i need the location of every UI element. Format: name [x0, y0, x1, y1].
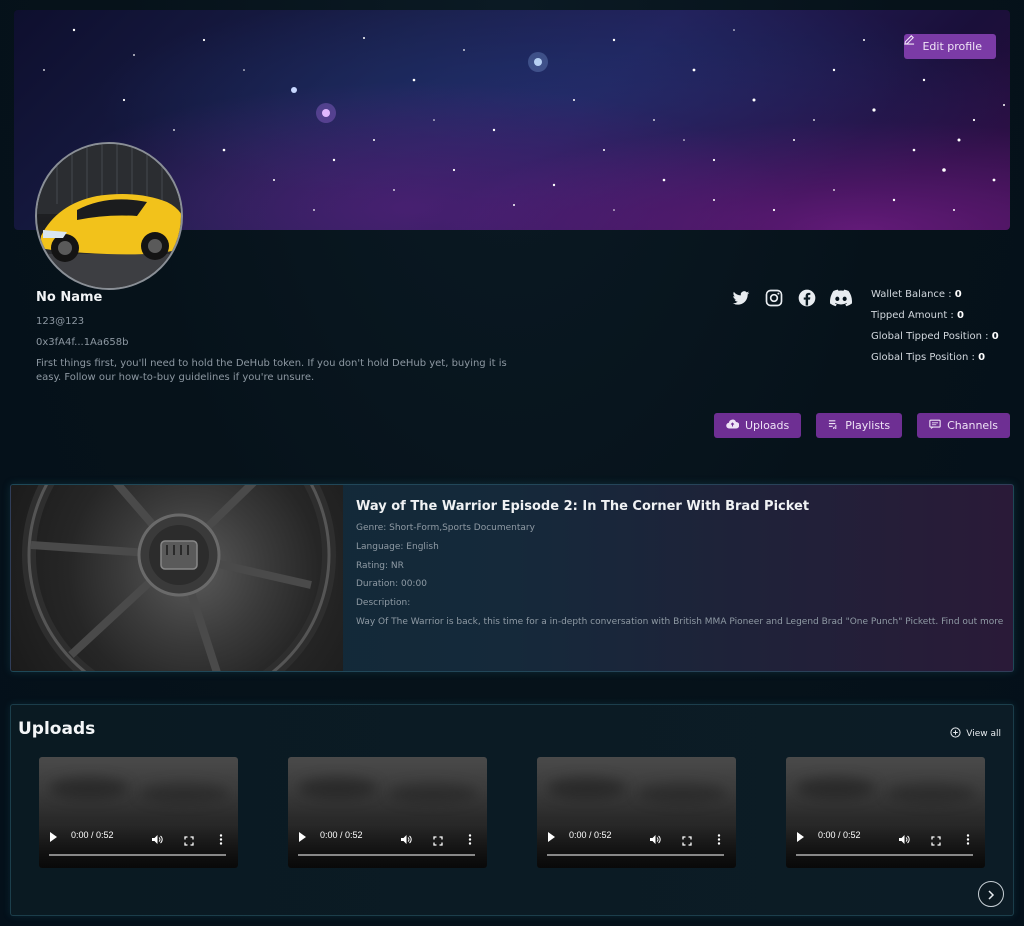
- uploads-title: Uploads: [18, 719, 96, 739]
- global-tips-position-row: Global Tips Position : 0: [871, 352, 986, 363]
- more-options-icon[interactable]: [219, 830, 223, 849]
- play-icon[interactable]: [548, 832, 555, 842]
- profile-name: No Name: [36, 290, 103, 305]
- channels-button[interactable]: Channels: [917, 413, 1010, 438]
- video-progress-bar[interactable]: [49, 854, 226, 856]
- wallet-stats: Wallet Balance : 0 Tipped Amount : 0 Glo…: [871, 288, 999, 372]
- global-tipped-position-row: Global Tipped Position : 0: [871, 331, 999, 342]
- facebook-icon[interactable]: [797, 288, 817, 308]
- featured-rating: Rating: NR: [356, 561, 404, 571]
- edit-profile-button[interactable]: Edit profile: [904, 34, 996, 59]
- featured-description: Way Of The Warrior is back, this time fo…: [356, 617, 1006, 627]
- avatar[interactable]: [35, 142, 183, 290]
- cloud-upload-icon: [726, 419, 740, 432]
- uploads-button-label: Uploads: [744, 419, 790, 432]
- video-progress-bar[interactable]: [796, 854, 973, 856]
- video-progress-bar[interactable]: [547, 854, 724, 856]
- featured-duration: Duration: 00:00: [356, 579, 427, 589]
- wallet-balance-value: 0: [954, 289, 962, 300]
- wallet-balance-row: Wallet Balance : 0: [871, 289, 962, 300]
- tipped-amount-row: Tipped Amount : 0: [871, 310, 964, 321]
- fist-logo-wheel-image: [22, 485, 336, 671]
- video-controls: 0:00 / 0:52: [786, 825, 985, 868]
- twitter-icon[interactable]: [731, 288, 751, 308]
- video-progress-bar[interactable]: [298, 854, 475, 856]
- video-controls: 0:00 / 0:52: [288, 825, 487, 868]
- featured-video-thumbnail[interactable]: [11, 485, 343, 671]
- global-tips-position-value: 0: [978, 352, 986, 363]
- more-options-icon[interactable]: [468, 830, 472, 849]
- profile-bio: First things first, you'll need to hold …: [36, 358, 507, 383]
- instagram-icon[interactable]: [764, 288, 784, 308]
- play-icon[interactable]: [299, 832, 306, 842]
- playlist-icon: [828, 419, 839, 432]
- video-player[interactable]: 0:00 / 0:52: [786, 757, 985, 868]
- message-icon: [929, 419, 941, 433]
- video-time: 0:00 / 0:52: [818, 830, 861, 840]
- video-controls: 0:00 / 0:52: [537, 825, 736, 868]
- more-options-icon[interactable]: [717, 830, 721, 849]
- featured-video-title[interactable]: Way of The Warrior Episode 2: In The Cor…: [356, 499, 809, 514]
- social-links: [731, 288, 853, 308]
- video-time: 0:00 / 0:52: [71, 830, 114, 840]
- playlists-button-label: Playlists: [845, 419, 891, 432]
- featured-genre: Genre: Short-Form,Sports Documentary: [356, 523, 535, 533]
- profile-email: 123@123: [36, 316, 85, 327]
- tipped-amount-value: 0: [956, 310, 964, 321]
- video-time: 0:00 / 0:52: [569, 830, 612, 840]
- edit-profile-label: Edit profile: [922, 40, 982, 53]
- featured-video-card[interactable]: Way of The Warrior Episode 2: In The Cor…: [10, 484, 1014, 672]
- plus-circle-icon: [950, 727, 961, 741]
- channels-button-label: Channels: [947, 419, 998, 432]
- play-icon[interactable]: [797, 832, 804, 842]
- view-all-label: View all: [966, 729, 1001, 739]
- more-options-icon[interactable]: [966, 830, 970, 849]
- fullscreen-icon[interactable]: [931, 831, 941, 850]
- volume-icon[interactable]: [400, 830, 412, 849]
- play-icon[interactable]: [50, 832, 57, 842]
- video-player[interactable]: 0:00 / 0:52: [537, 757, 736, 868]
- fullscreen-icon[interactable]: [433, 831, 443, 850]
- uploads-button[interactable]: Uploads: [713, 413, 802, 438]
- profile-tabs: Uploads Playlists Channels: [713, 413, 1010, 438]
- uploads-section: Uploads View all 0:00 / 0:52 0:00 / 0:52: [10, 704, 1014, 916]
- fullscreen-icon[interactable]: [184, 831, 194, 850]
- video-time: 0:00 / 0:52: [320, 830, 363, 840]
- featured-language: Language: English: [356, 542, 439, 552]
- global-tipped-position-value: 0: [991, 331, 999, 342]
- video-controls: 0:00 / 0:52: [39, 825, 238, 868]
- view-all-link[interactable]: View all: [950, 727, 1001, 741]
- playlists-button[interactable]: Playlists: [816, 413, 903, 438]
- chevron-right-icon: [987, 885, 995, 904]
- volume-icon[interactable]: [898, 830, 910, 849]
- wallet-address: 0x3fA4f...1Aa658b: [36, 337, 129, 348]
- fullscreen-icon[interactable]: [682, 831, 692, 850]
- carousel-next-button[interactable]: [978, 881, 1004, 907]
- car-image: [37, 144, 181, 288]
- featured-description-label: Description:: [356, 598, 411, 608]
- video-player[interactable]: 0:00 / 0:52: [39, 757, 238, 868]
- volume-icon[interactable]: [151, 830, 163, 849]
- video-player[interactable]: 0:00 / 0:52: [288, 757, 487, 868]
- discord-icon[interactable]: [830, 288, 853, 308]
- volume-icon[interactable]: [649, 830, 661, 849]
